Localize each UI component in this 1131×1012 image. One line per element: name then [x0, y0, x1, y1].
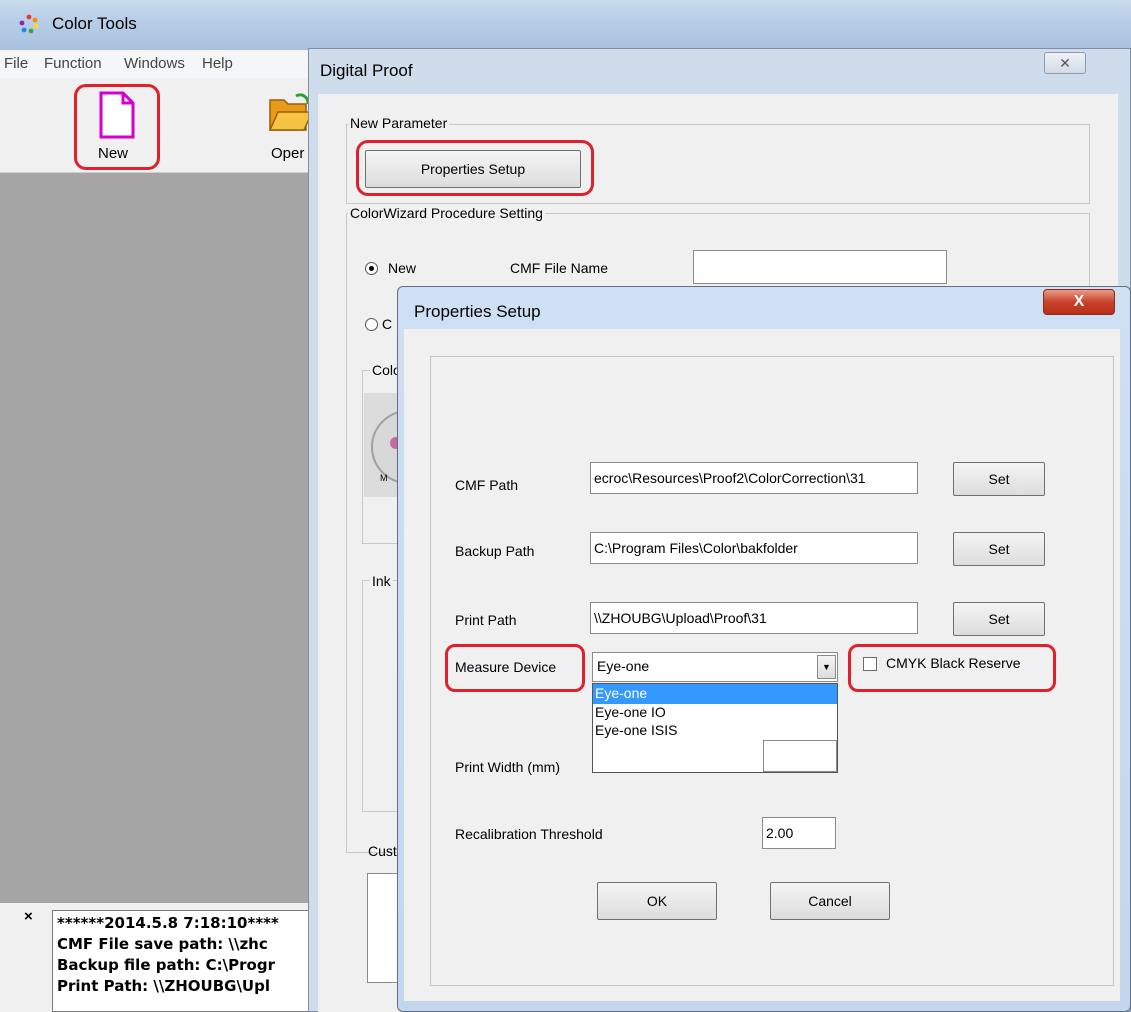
- radio-new[interactable]: [365, 262, 378, 275]
- ink-group: [362, 580, 402, 812]
- recalibration-threshold-input[interactable]: 2.00: [762, 817, 836, 849]
- cmf-path-set-button[interactable]: Set: [953, 462, 1045, 496]
- print-path-label: Print Path: [455, 612, 517, 628]
- new-document-icon: [99, 91, 135, 139]
- print-width-label: Print Width (mm): [455, 759, 560, 775]
- radio-open-existing[interactable]: [365, 318, 378, 331]
- digital-proof-close-icon[interactable]: ✕: [1044, 52, 1086, 74]
- dropdown-option-eye-one-isis[interactable]: Eye-one ISIS: [595, 722, 678, 738]
- measure-device-value: Eye-one: [597, 658, 650, 674]
- digital-proof-title: Digital Proof: [320, 61, 413, 80]
- properties-setup-highlight: [356, 140, 594, 196]
- new-parameter-label: New Parameter: [348, 115, 450, 131]
- log-output: ******2014.5.8 7:18:10**** CMF File save…: [52, 910, 320, 1012]
- open-label: Oper: [271, 145, 305, 162]
- radio-new-label: New: [388, 260, 417, 276]
- backup-path-input[interactable]: C:\Program Files\Color\bakfolder: [590, 532, 918, 564]
- print-path-input[interactable]: \\ZHOUBG\Upload\Proof\31: [590, 602, 918, 634]
- main-title-bar: [0, 0, 1131, 50]
- cmf-file-name-label: CMF File Name: [510, 260, 609, 276]
- log-line: Print Path: \\ZHOUBG\Upl: [57, 977, 270, 995]
- procedure-label: ColorWizard Procedure Setting: [348, 205, 545, 221]
- backup-path-set-button[interactable]: Set: [953, 532, 1045, 566]
- dropdown-option-eye-one-io[interactable]: Eye-one IO: [595, 704, 666, 720]
- app-title: Color Tools: [52, 14, 137, 33]
- new-label: New: [98, 145, 129, 162]
- log-line: Backup file path: C:\Progr: [57, 956, 275, 974]
- menu-function[interactable]: Function: [44, 55, 102, 72]
- backup-path-label: Backup Path: [455, 543, 535, 559]
- cancel-button[interactable]: Cancel: [770, 882, 890, 920]
- print-path-set-button[interactable]: Set: [953, 602, 1045, 636]
- menu-help[interactable]: Help: [202, 55, 233, 72]
- print-width-input[interactable]: [763, 740, 837, 772]
- cmf-path-input[interactable]: ecroc\Resources\Proof2\ColorCorrection\3…: [590, 462, 918, 494]
- color-tools-app-icon: [19, 14, 39, 34]
- cmyk-black-reserve-checkbox[interactable]: [863, 657, 877, 671]
- dropdown-option-eye-one[interactable]: Eye-one: [595, 685, 647, 701]
- cmyk-black-reserve-label: CMYK Black Reserve: [886, 655, 1021, 671]
- log-line: ******2014.5.8 7:18:10****: [57, 914, 279, 932]
- log-close-icon[interactable]: ×: [24, 908, 33, 925]
- cmf-file-name-input[interactable]: [693, 250, 947, 284]
- dropdown-arrow-icon[interactable]: ▼: [817, 655, 836, 679]
- open-folder-icon[interactable]: [268, 92, 312, 134]
- gauge-letter: M: [380, 473, 388, 483]
- workspace-area: [0, 173, 320, 903]
- cmf-path-label: CMF Path: [455, 477, 519, 493]
- menu-windows[interactable]: Windows: [124, 55, 185, 72]
- measure-device-label: Measure Device: [455, 659, 557, 675]
- properties-setup-close-icon[interactable]: X: [1043, 289, 1115, 315]
- log-line: CMF File save path: \\zhc: [57, 935, 268, 953]
- properties-setup-title: Properties Setup: [414, 302, 541, 321]
- radio-other-label: C: [382, 316, 393, 332]
- menu-file[interactable]: File: [4, 55, 28, 72]
- recalibration-threshold-label: Recalibration Threshold: [455, 826, 603, 842]
- ink-group-label: Ink: [370, 573, 393, 589]
- ok-button[interactable]: OK: [597, 882, 717, 920]
